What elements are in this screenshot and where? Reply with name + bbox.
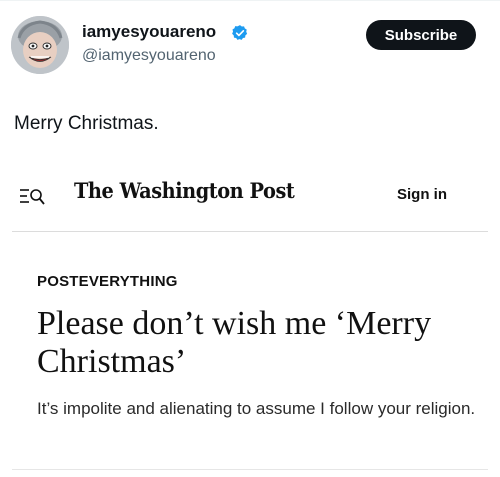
user-handle[interactable]: @iamyesyouareno [82, 47, 216, 65]
verified-badge-icon [232, 25, 248, 40]
washington-post-logo[interactable]: The Washington Post [74, 178, 295, 203]
article-subhead: It’s impolite and alienating to assume I… [37, 399, 476, 418]
top-divider [0, 0, 500, 1]
card-divider [12, 231, 488, 232]
article-headline[interactable]: Please don’t wish me ‘Merry Christmas’ [37, 305, 477, 381]
menu-search-icon[interactable] [19, 187, 45, 207]
sign-in-link[interactable]: Sign in [397, 186, 447, 203]
article-kicker: POSTEVERYTHING [37, 273, 178, 290]
avatar-caricature-icon [11, 16, 69, 74]
avatar[interactable] [11, 16, 69, 74]
display-name[interactable]: iamyesyouareno [82, 22, 216, 42]
tweet-text: Merry Christmas. [14, 113, 159, 134]
subscribe-button[interactable]: Subscribe [366, 20, 476, 50]
